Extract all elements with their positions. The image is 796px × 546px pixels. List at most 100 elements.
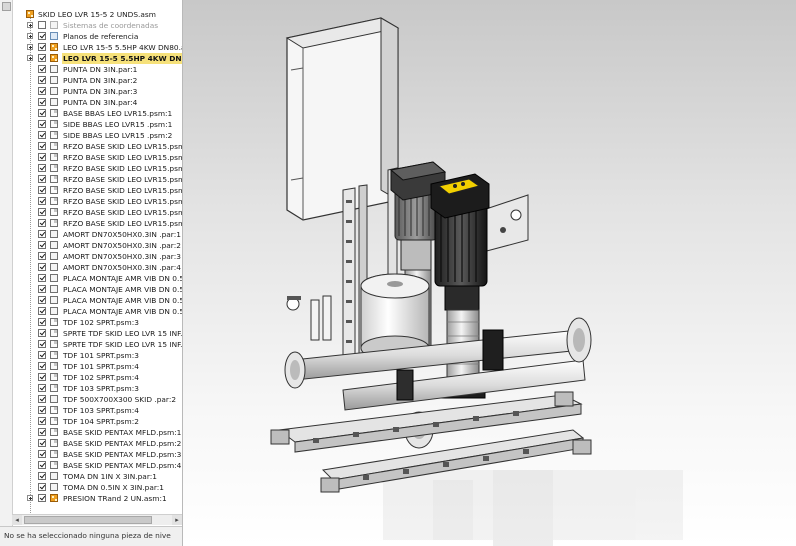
scrollbar-thumb[interactable] bbox=[24, 516, 152, 524]
visibility-checkbox[interactable] bbox=[38, 384, 46, 392]
visibility-checkbox[interactable] bbox=[38, 406, 46, 414]
visibility-checkbox[interactable] bbox=[38, 285, 46, 293]
tree-item[interactable]: PLACA MONTAJE AMR VIB DN 0.5 bbox=[0, 284, 182, 295]
tree-item[interactable]: AMORT DN70X50HX0.3IN .par:4 bbox=[0, 262, 182, 273]
visibility-checkbox[interactable] bbox=[38, 318, 46, 326]
tree-item[interactable]: PUNTA DN 3IN.par:1 bbox=[0, 64, 182, 75]
visibility-checkbox[interactable] bbox=[38, 142, 46, 150]
visibility-checkbox[interactable] bbox=[38, 252, 46, 260]
tree-item[interactable]: TDF 102 SPRT.psm:3 bbox=[0, 317, 182, 328]
tree-item[interactable]: TOMA DN 1IN X 3IN.par:1 bbox=[0, 471, 182, 482]
visibility-checkbox[interactable] bbox=[38, 208, 46, 216]
visibility-checkbox[interactable] bbox=[38, 65, 46, 73]
tree-item[interactable]: RFZO BASE SKID LEO LVR15.psm: bbox=[0, 163, 182, 174]
scroll-left-arrow-icon[interactable]: ◂ bbox=[12, 515, 22, 525]
visibility-checkbox[interactable] bbox=[38, 164, 46, 172]
3d-viewport[interactable] bbox=[183, 0, 796, 546]
skid-model-render[interactable] bbox=[183, 0, 796, 546]
visibility-checkbox[interactable] bbox=[38, 186, 46, 194]
visibility-checkbox[interactable] bbox=[38, 175, 46, 183]
visibility-checkbox[interactable] bbox=[38, 120, 46, 128]
visibility-checkbox[interactable] bbox=[38, 109, 46, 117]
tree-item[interactable]: TDF 102 SPRT.psm:4 bbox=[0, 372, 182, 383]
visibility-checkbox[interactable] bbox=[38, 131, 46, 139]
tree-item[interactable]: PLACA MONTAJE AMR VIB DN 0.5 bbox=[0, 273, 182, 284]
visibility-checkbox[interactable] bbox=[38, 87, 46, 95]
tree-item[interactable]: TDF 101 SPRT.psm:4 bbox=[0, 361, 182, 372]
tree-item[interactable]: BASE SKID PENTAX MFLD.psm:2 bbox=[0, 438, 182, 449]
tree-item[interactable]: AMORT DN70X50HX0.3IN .par:3 bbox=[0, 251, 182, 262]
tree-item[interactable]: TDF 104 SPRT.psm:2 bbox=[0, 416, 182, 427]
visibility-checkbox[interactable] bbox=[38, 329, 46, 337]
tree-item[interactable]: PLACA MONTAJE AMR VIB DN 0.5 bbox=[0, 295, 182, 306]
visibility-checkbox[interactable] bbox=[38, 153, 46, 161]
tree-item[interactable]: PLACA MONTAJE AMR VIB DN 0.5 bbox=[0, 306, 182, 317]
tree-item[interactable]: RFZO BASE SKID LEO LVR15.psm: bbox=[0, 174, 182, 185]
tree-item[interactable]: RFZO BASE SKID LEO LVR15.psm: bbox=[0, 152, 182, 163]
tree-item[interactable]: SPRTE TDF SKID LEO LVR 15 INF.p bbox=[0, 328, 182, 339]
tree-item[interactable]: RFZO BASE SKID LEO LVR15.psm: bbox=[0, 207, 182, 218]
visibility-checkbox[interactable] bbox=[38, 32, 46, 40]
visibility-checkbox[interactable] bbox=[38, 230, 46, 238]
tree-item[interactable]: AMORT DN70X50HX0.3IN .par:1 bbox=[0, 229, 182, 240]
visibility-checkbox[interactable] bbox=[38, 197, 46, 205]
visibility-checkbox[interactable] bbox=[38, 439, 46, 447]
visibility-checkbox[interactable] bbox=[38, 428, 46, 436]
tree-horizontal-scrollbar[interactable]: ◂ ▸ bbox=[12, 514, 182, 525]
visibility-checkbox[interactable] bbox=[38, 43, 46, 51]
scroll-right-arrow-icon[interactable]: ▸ bbox=[172, 515, 182, 525]
tree-item[interactable]: BASE SKID PENTAX MFLD.psm:3 bbox=[0, 449, 182, 460]
tree-item[interactable]: Planos de referencia bbox=[0, 31, 182, 42]
tree-item[interactable]: SPRTE TDF SKID LEO LVR 15 INF.p bbox=[0, 339, 182, 350]
visibility-checkbox[interactable] bbox=[38, 274, 46, 282]
tree-item[interactable]: TOMA DN 0.5IN X 3IN.par:1 bbox=[0, 482, 182, 493]
visibility-checkbox[interactable] bbox=[38, 21, 46, 29]
visibility-checkbox[interactable] bbox=[38, 241, 46, 249]
tree-item[interactable]: PRESION TRand 2 UN.asm:1 bbox=[0, 493, 182, 504]
tree-item[interactable]: RFZO BASE SKID LEO LVR15.psm: bbox=[0, 218, 182, 229]
tree-item[interactable]: RFZO BASE SKID LEO LVR15.psm: bbox=[0, 185, 182, 196]
visibility-checkbox[interactable] bbox=[38, 263, 46, 271]
tree-item[interactable]: BASE SKID PENTAX MFLD.psm:4 bbox=[0, 460, 182, 471]
tree-item[interactable]: TDF 101 SPRT.psm:3 bbox=[0, 350, 182, 361]
rear-bracket[interactable] bbox=[482, 194, 529, 253]
visibility-checkbox[interactable] bbox=[38, 472, 46, 480]
visibility-checkbox[interactable] bbox=[38, 373, 46, 381]
right-pump-motor[interactable] bbox=[430, 173, 490, 311]
visibility-checkbox[interactable] bbox=[38, 307, 46, 315]
visibility-checkbox[interactable] bbox=[38, 494, 46, 502]
visibility-checkbox[interactable] bbox=[38, 450, 46, 458]
visibility-checkbox[interactable] bbox=[38, 417, 46, 425]
tree-item[interactable]: Sistemas de coordenadas bbox=[0, 20, 182, 31]
tree-item[interactable]: TDF 500X700X300 SKID .par:2 bbox=[0, 394, 182, 405]
tree-item[interactable]: AMORT DN70X50HX0.3IN .par:2 bbox=[0, 240, 182, 251]
visibility-checkbox[interactable] bbox=[38, 219, 46, 227]
tree-item[interactable]: RFZO BASE SKID LEO LVR15.psm: bbox=[0, 196, 182, 207]
visibility-checkbox[interactable] bbox=[38, 296, 46, 304]
pressure-switch-tubes[interactable] bbox=[286, 295, 332, 341]
visibility-checkbox[interactable] bbox=[38, 54, 46, 62]
tree-item[interactable]: PUNTA DN 3IN.par:3 bbox=[0, 86, 182, 97]
expand-plus-icon[interactable] bbox=[27, 33, 33, 39]
visibility-checkbox[interactable] bbox=[38, 98, 46, 106]
visibility-checkbox[interactable] bbox=[38, 483, 46, 491]
expand-plus-icon[interactable] bbox=[27, 495, 33, 501]
tree-item[interactable]: TDF 103 SPRT.psm:3 bbox=[0, 383, 182, 394]
expand-plus-icon[interactable] bbox=[27, 44, 33, 50]
visibility-checkbox[interactable] bbox=[38, 340, 46, 348]
visibility-checkbox[interactable] bbox=[38, 461, 46, 469]
expand-plus-icon[interactable] bbox=[27, 22, 33, 28]
tree-item[interactable]: BASE SKID PENTAX MFLD.psm:1 bbox=[0, 427, 182, 438]
tree-item[interactable]: SIDE BBAS LEO LVR15 .psm:1 bbox=[0, 119, 182, 130]
tree-item[interactable]: RFZO BASE SKID LEO LVR15.psm: bbox=[0, 141, 182, 152]
visibility-checkbox[interactable] bbox=[38, 395, 46, 403]
tree-item[interactable]: PUNTA DN 3IN.par:2 bbox=[0, 75, 182, 86]
tree-item[interactable]: BASE BBAS LEO LVR15.psm:1 bbox=[0, 108, 182, 119]
tree-item[interactable]: TDF 103 SPRT.psm:4 bbox=[0, 405, 182, 416]
visibility-checkbox[interactable] bbox=[38, 351, 46, 359]
tree-item[interactable]: LEO LVR 15-5 5.5HP 4KW DN80.a bbox=[0, 53, 182, 64]
visibility-checkbox[interactable] bbox=[38, 76, 46, 84]
expand-plus-icon[interactable] bbox=[27, 55, 33, 61]
tree-item[interactable]: SIDE BBAS LEO LVR15 .psm:2 bbox=[0, 130, 182, 141]
visibility-checkbox[interactable] bbox=[38, 362, 46, 370]
